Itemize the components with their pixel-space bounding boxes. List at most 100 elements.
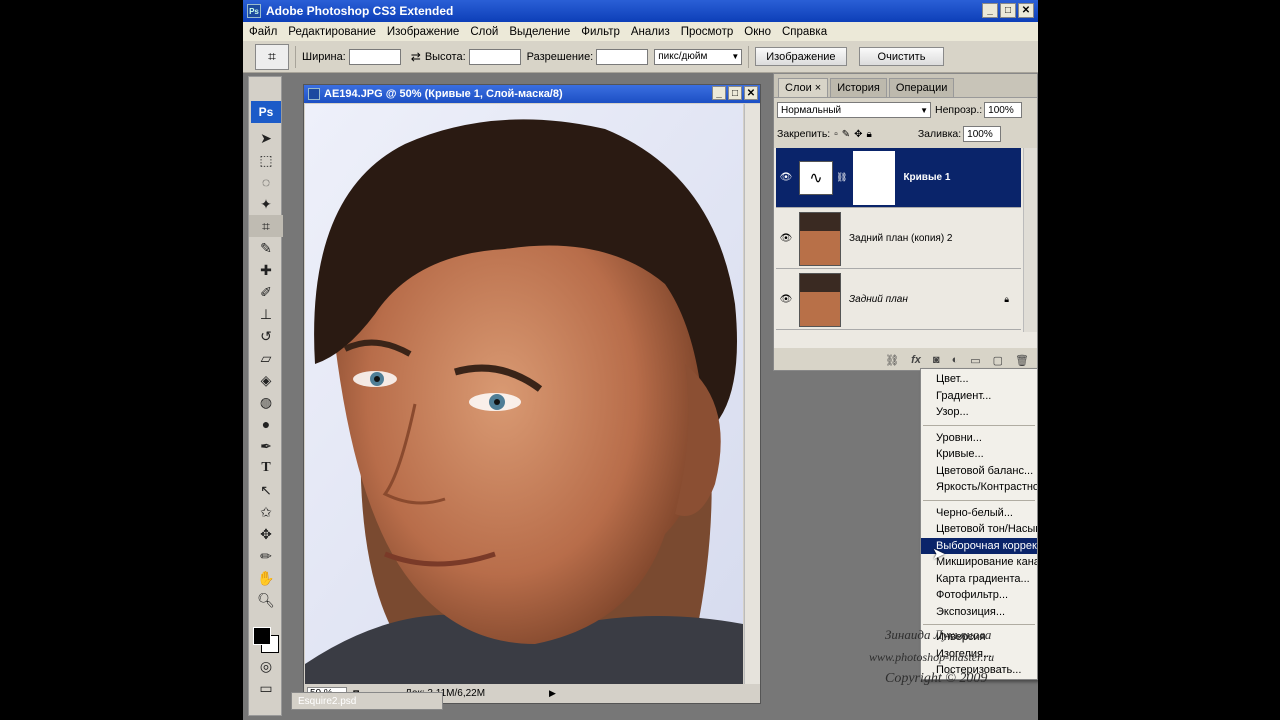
menu-item-curves[interactable]: Кривые... bbox=[921, 446, 1037, 463]
shape-tool-icon[interactable]: ✩ bbox=[249, 501, 283, 523]
eyedropper-tool-icon[interactable]: ✎ bbox=[249, 237, 283, 259]
zoom-tool-icon[interactable]: 🔍︎ bbox=[249, 589, 283, 611]
menu-view[interactable]: Просмотр bbox=[681, 26, 734, 38]
document-title-bar[interactable]: AE194.JPG @ 50% (Кривые 1, Слой-маска/8)… bbox=[304, 85, 760, 103]
quick-mask-icon[interactable]: ◎ bbox=[249, 655, 283, 677]
new-layer-icon[interactable]: ▢ bbox=[993, 354, 1003, 367]
menu-layer[interactable]: Слой bbox=[470, 26, 498, 38]
blur-tool-icon[interactable]: ◍ bbox=[249, 391, 283, 413]
menu-item-levels[interactable]: Уровни... bbox=[921, 430, 1037, 447]
menu-image[interactable]: Изображение bbox=[387, 26, 459, 38]
menu-window[interactable]: Окно bbox=[744, 26, 771, 38]
menu-edit[interactable]: Редактирование bbox=[288, 26, 376, 38]
minimize-button[interactable]: _ bbox=[982, 3, 998, 18]
width-input[interactable] bbox=[348, 48, 401, 65]
maximize-button[interactable]: □ bbox=[1000, 3, 1016, 18]
add-mask-icon[interactable]: ◙ bbox=[933, 354, 940, 366]
tab-actions[interactable]: Операции bbox=[888, 78, 955, 97]
doc-minimize-button[interactable]: _ bbox=[712, 86, 726, 100]
move-tool-icon[interactable]: ➤ bbox=[249, 127, 283, 149]
resolution-input[interactable] bbox=[596, 48, 649, 65]
healing-brush-tool-icon[interactable]: ✚ bbox=[249, 259, 283, 281]
menu-item-exposure[interactable]: Экспозиция... bbox=[921, 604, 1037, 621]
menu-item-photo-filter[interactable]: Фотофильтр... bbox=[921, 587, 1037, 604]
tab-history[interactable]: История bbox=[830, 78, 887, 97]
notes-eyedropper-tool-icon[interactable]: ✏ bbox=[249, 545, 283, 567]
doc-maximize-button[interactable]: □ bbox=[728, 86, 742, 100]
pen-tool-icon[interactable]: ✒ bbox=[249, 435, 283, 457]
clone-stamp-tool-icon[interactable]: ⊥ bbox=[249, 303, 283, 325]
menu-filter[interactable]: Фильтр bbox=[581, 26, 620, 38]
menu-item-brightness-contrast[interactable]: Яркость/Контрастность... bbox=[921, 479, 1037, 496]
lasso-tool-icon[interactable]: ◌ bbox=[249, 171, 283, 193]
tab-layers[interactable]: Слои × bbox=[778, 78, 829, 97]
doc-close-button[interactable]: ✕ bbox=[744, 86, 758, 100]
crop-tool-icon[interactable]: ⌗ bbox=[249, 215, 283, 237]
menu-item-black-white[interactable]: Черно-белый... bbox=[921, 505, 1037, 522]
mask-link-icon[interactable]: ⛓︎ bbox=[836, 172, 847, 183]
lock-icon: 🔒︎ bbox=[1004, 294, 1009, 304]
eye-icon[interactable]: 👁︎ bbox=[776, 172, 796, 183]
menu-item-color-balance[interactable]: Цветовой баланс... bbox=[921, 463, 1037, 480]
color-swatches[interactable] bbox=[249, 615, 281, 655]
opacity-input[interactable]: 100% bbox=[984, 102, 1023, 118]
chevron-down-icon: ▼ bbox=[920, 105, 928, 115]
layer-name: Задний план bbox=[849, 294, 908, 305]
menu-item-hue-saturation[interactable]: Цветовой тон/Насыщенность... bbox=[921, 521, 1037, 538]
menu-item-pattern[interactable]: Узор... bbox=[921, 404, 1037, 421]
document-title: AE194.JPG @ 50% (Кривые 1, Слой-маска/8) bbox=[324, 88, 563, 100]
close-button[interactable]: ✕ bbox=[1018, 3, 1034, 18]
adjustment-layer-icon[interactable]: ◐ bbox=[952, 354, 959, 366]
lock-label: Закрепить: bbox=[777, 128, 831, 140]
toolbox: Ps ➤ ⬚ ◌ ✦ ⌗ ✎ ✚ ✐ ⊥ ↺ ▱ ◈ ◍ ● ✒ T ↖ ✩ ✥… bbox=[248, 76, 283, 716]
foreground-color-swatch[interactable] bbox=[253, 627, 271, 645]
hand-tool-icon[interactable]: ✋ bbox=[249, 567, 283, 589]
lock-icons[interactable]: ▫✎✥🔒︎ bbox=[834, 129, 876, 140]
layer-style-icon[interactable]: fx bbox=[911, 354, 921, 366]
clear-button[interactable]: Очистить bbox=[858, 47, 945, 66]
menu-item-solid-color[interactable]: Цвет... bbox=[921, 371, 1037, 388]
app-title: Adobe Photoshop CS3 Extended bbox=[266, 4, 454, 18]
layer-row-bg-copy[interactable]: 👁︎ Задний план (копия) 2 bbox=[776, 209, 1021, 269]
menu-analysis[interactable]: Анализ bbox=[631, 26, 670, 38]
menu-select[interactable]: Выделение bbox=[509, 26, 570, 38]
swap-dimensions-icon[interactable]: ⇄ bbox=[411, 50, 421, 64]
eye-icon[interactable]: 👁︎ bbox=[776, 294, 796, 305]
screen-mode-icon[interactable]: ▭ bbox=[249, 677, 283, 699]
3d-rotate-tool-icon[interactable]: ✥ bbox=[249, 523, 283, 545]
front-image-button[interactable]: Изображение bbox=[755, 47, 847, 66]
menu-help[interactable]: Справка bbox=[782, 26, 827, 38]
height-label: Высота: bbox=[424, 50, 466, 63]
status-arrow-icon[interactable]: ▶ bbox=[549, 688, 556, 699]
history-brush-tool-icon[interactable]: ↺ bbox=[249, 325, 283, 347]
eye-icon[interactable]: 👁︎ bbox=[776, 233, 796, 244]
menu-item-gradient[interactable]: Градиент... bbox=[921, 388, 1037, 405]
document-vertical-scrollbar[interactable] bbox=[744, 104, 760, 684]
dodge-tool-icon[interactable]: ● bbox=[249, 413, 283, 435]
minimized-document-button[interactable]: Esquire2.psd bbox=[291, 692, 443, 710]
magic-wand-tool-icon[interactable]: ✦ bbox=[249, 193, 283, 215]
units-select[interactable]: пикс/дюйм ▼ bbox=[654, 48, 743, 65]
menu-item-gradient-map[interactable]: Карта градиента... bbox=[921, 571, 1037, 588]
fill-input[interactable]: 100% bbox=[963, 126, 1002, 142]
layers-scrollbar[interactable] bbox=[1023, 148, 1037, 332]
height-input[interactable] bbox=[468, 48, 521, 65]
image-canvas[interactable] bbox=[305, 104, 743, 684]
marquee-tool-icon[interactable]: ⬚ bbox=[249, 149, 283, 171]
path-selection-tool-icon[interactable]: ↖ bbox=[249, 479, 283, 501]
fill-value: 100% bbox=[967, 128, 993, 140]
layer-row-curves[interactable]: 👁︎ ∿ ⛓︎ Кривые 1 bbox=[776, 148, 1021, 208]
paint-bucket-tool-icon[interactable]: ◈ bbox=[249, 369, 283, 391]
layer-row-background[interactable]: 👁︎ Задний план 🔒︎ bbox=[776, 270, 1021, 330]
type-tool-icon[interactable]: T bbox=[249, 457, 283, 479]
app-title-bar: Ps Adobe Photoshop CS3 Extended _ □ ✕ bbox=[243, 0, 1038, 22]
menu-file[interactable]: Файл bbox=[249, 26, 277, 38]
layer-mask-thumbnail[interactable] bbox=[853, 150, 896, 205]
new-group-icon[interactable]: ▭ bbox=[970, 354, 980, 367]
eraser-tool-icon[interactable]: ▱ bbox=[249, 347, 283, 369]
delete-layer-icon[interactable]: 🗑︎ bbox=[1015, 354, 1029, 367]
crop-tool-preset-icon[interactable]: ⌗ bbox=[255, 43, 289, 70]
blend-mode-select[interactable]: Нормальный ▼ bbox=[777, 102, 931, 118]
brush-tool-icon[interactable]: ✐ bbox=[249, 281, 283, 303]
link-layers-icon[interactable]: ⛓︎ bbox=[885, 354, 899, 367]
